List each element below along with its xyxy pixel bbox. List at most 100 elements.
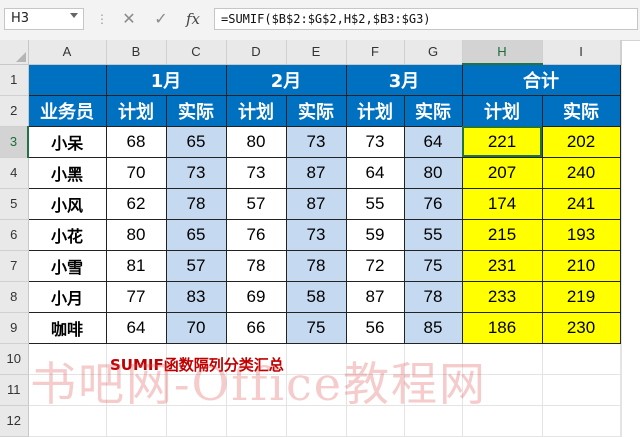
salesperson-cell[interactable]: 咖啡 bbox=[27, 311, 107, 344]
empty-cell[interactable] bbox=[226, 374, 287, 406]
actual-cell[interactable]: 80 bbox=[403, 156, 463, 189]
actual-cell[interactable]: 57 bbox=[165, 249, 227, 282]
total-plan-cell[interactable]: 231 bbox=[461, 249, 543, 282]
header-month-2[interactable]: 2月 bbox=[225, 63, 347, 96]
actual-cell[interactable]: 73 bbox=[165, 156, 227, 189]
actual-cell[interactable]: 76 bbox=[403, 187, 463, 220]
empty-cell[interactable] bbox=[286, 343, 347, 375]
column-header-i[interactable]: I bbox=[542, 40, 621, 65]
total-plan-cell[interactable]: 186 bbox=[461, 311, 543, 344]
plan-cell[interactable]: 64 bbox=[345, 156, 405, 189]
empty-cell[interactable] bbox=[346, 374, 405, 406]
plan-cell[interactable]: 68 bbox=[105, 125, 167, 158]
header-total[interactable]: 合计 bbox=[461, 63, 621, 96]
header-actual[interactable]: 实际 bbox=[285, 94, 347, 127]
cancel-icon[interactable]: ✕ bbox=[118, 8, 140, 30]
empty-cell[interactable] bbox=[462, 405, 543, 437]
total-actual-cell[interactable]: 202 bbox=[541, 125, 621, 158]
salesperson-cell[interactable]: 小黑 bbox=[27, 156, 107, 189]
header-plan[interactable]: 计划 bbox=[345, 94, 405, 127]
empty-cell[interactable] bbox=[542, 374, 621, 406]
row-header-11[interactable]: 11 bbox=[0, 374, 29, 406]
column-header-g[interactable]: G bbox=[404, 40, 463, 65]
actual-cell[interactable]: 73 bbox=[285, 125, 347, 158]
empty-cell[interactable] bbox=[620, 405, 622, 437]
column-header-e[interactable]: E bbox=[286, 40, 347, 65]
total-actual-cell[interactable]: 219 bbox=[541, 280, 621, 313]
column-header-b[interactable]: B bbox=[106, 40, 167, 65]
empty-cell[interactable] bbox=[346, 405, 405, 437]
total-plan-cell[interactable]: 207 bbox=[461, 156, 543, 189]
salesperson-cell[interactable]: 小花 bbox=[27, 218, 107, 251]
header-plan[interactable]: 计划 bbox=[225, 94, 287, 127]
column-header-a[interactable]: A bbox=[28, 40, 107, 65]
total-actual-cell[interactable]: 193 bbox=[541, 218, 621, 251]
plan-cell[interactable]: 66 bbox=[225, 311, 287, 344]
header-actual[interactable]: 实际 bbox=[403, 94, 463, 127]
plan-cell[interactable]: 81 bbox=[105, 249, 167, 282]
column-header-h[interactable]: H bbox=[462, 40, 543, 65]
header-actual[interactable]: 实际 bbox=[165, 94, 227, 127]
plan-cell[interactable]: 77 bbox=[105, 280, 167, 313]
row-header-7[interactable]: 7 bbox=[0, 250, 29, 282]
actual-cell[interactable]: 75 bbox=[403, 249, 463, 282]
name-box-dropdown-icon[interactable] bbox=[70, 13, 78, 18]
empty-cell[interactable] bbox=[542, 405, 621, 437]
actual-cell[interactable]: 78 bbox=[165, 187, 227, 220]
actual-cell[interactable]: 78 bbox=[285, 249, 347, 282]
salesperson-cell[interactable]: 小风 bbox=[27, 187, 107, 220]
empty-cell[interactable] bbox=[620, 188, 622, 220]
plan-cell[interactable]: 80 bbox=[105, 218, 167, 251]
actual-cell[interactable]: 55 bbox=[403, 218, 463, 251]
header-total-plan[interactable]: 计划 bbox=[461, 94, 543, 127]
empty-cell[interactable] bbox=[620, 219, 622, 251]
empty-cell[interactable] bbox=[620, 343, 622, 375]
select-all-corner[interactable] bbox=[0, 40, 29, 65]
empty-cell[interactable] bbox=[620, 374, 622, 406]
empty-cell[interactable] bbox=[28, 374, 107, 406]
actual-cell[interactable]: 83 bbox=[165, 280, 227, 313]
actual-cell[interactable]: 87 bbox=[285, 156, 347, 189]
header-month-1[interactable]: 1月 bbox=[105, 63, 227, 96]
row-header-3[interactable]: 3 bbox=[0, 126, 29, 158]
empty-cell[interactable] bbox=[28, 405, 107, 437]
row-header-10[interactable]: 10 bbox=[0, 343, 29, 375]
name-box[interactable]: H3 bbox=[4, 8, 84, 30]
plan-cell[interactable]: 72 bbox=[345, 249, 405, 282]
empty-cell[interactable] bbox=[28, 343, 107, 375]
header-corner-cell[interactable] bbox=[27, 63, 107, 96]
plan-cell[interactable]: 56 bbox=[345, 311, 405, 344]
actual-cell[interactable]: 73 bbox=[285, 218, 347, 251]
plan-cell[interactable]: 59 bbox=[345, 218, 405, 251]
total-plan-cell[interactable]: 215 bbox=[461, 218, 543, 251]
actual-cell[interactable]: 64 bbox=[403, 125, 463, 158]
empty-cell[interactable] bbox=[346, 343, 405, 375]
column-header-f[interactable]: F bbox=[346, 40, 405, 65]
empty-cell[interactable] bbox=[620, 157, 622, 189]
plan-cell[interactable]: 64 bbox=[105, 311, 167, 344]
column-header-d[interactable]: D bbox=[226, 40, 287, 65]
empty-cell[interactable] bbox=[620, 64, 622, 96]
row-header-1[interactable]: 1 bbox=[0, 64, 29, 96]
row-header-2[interactable]: 2 bbox=[0, 95, 29, 127]
plan-cell[interactable]: 55 bbox=[345, 187, 405, 220]
actual-cell[interactable]: 78 bbox=[403, 280, 463, 313]
plan-cell[interactable]: 80 bbox=[225, 125, 287, 158]
header-plan[interactable]: 计划 bbox=[105, 94, 167, 127]
actual-cell[interactable]: 75 bbox=[285, 311, 347, 344]
header-month-3[interactable]: 3月 bbox=[345, 63, 463, 96]
empty-cell[interactable] bbox=[166, 405, 227, 437]
row-header-6[interactable]: 6 bbox=[0, 219, 29, 251]
empty-cell[interactable] bbox=[286, 405, 347, 437]
plan-cell[interactable]: 73 bbox=[225, 156, 287, 189]
plan-cell[interactable]: 69 bbox=[225, 280, 287, 313]
empty-cell[interactable] bbox=[106, 374, 167, 406]
empty-cell[interactable] bbox=[404, 374, 463, 406]
empty-cell[interactable] bbox=[542, 343, 621, 375]
total-actual-cell[interactable]: 210 bbox=[541, 249, 621, 282]
plan-cell[interactable]: 73 bbox=[345, 125, 405, 158]
plan-cell[interactable]: 70 bbox=[105, 156, 167, 189]
salesperson-cell[interactable]: 小呆 bbox=[27, 125, 107, 158]
empty-cell[interactable] bbox=[620, 281, 622, 313]
row-header-8[interactable]: 8 bbox=[0, 281, 29, 313]
